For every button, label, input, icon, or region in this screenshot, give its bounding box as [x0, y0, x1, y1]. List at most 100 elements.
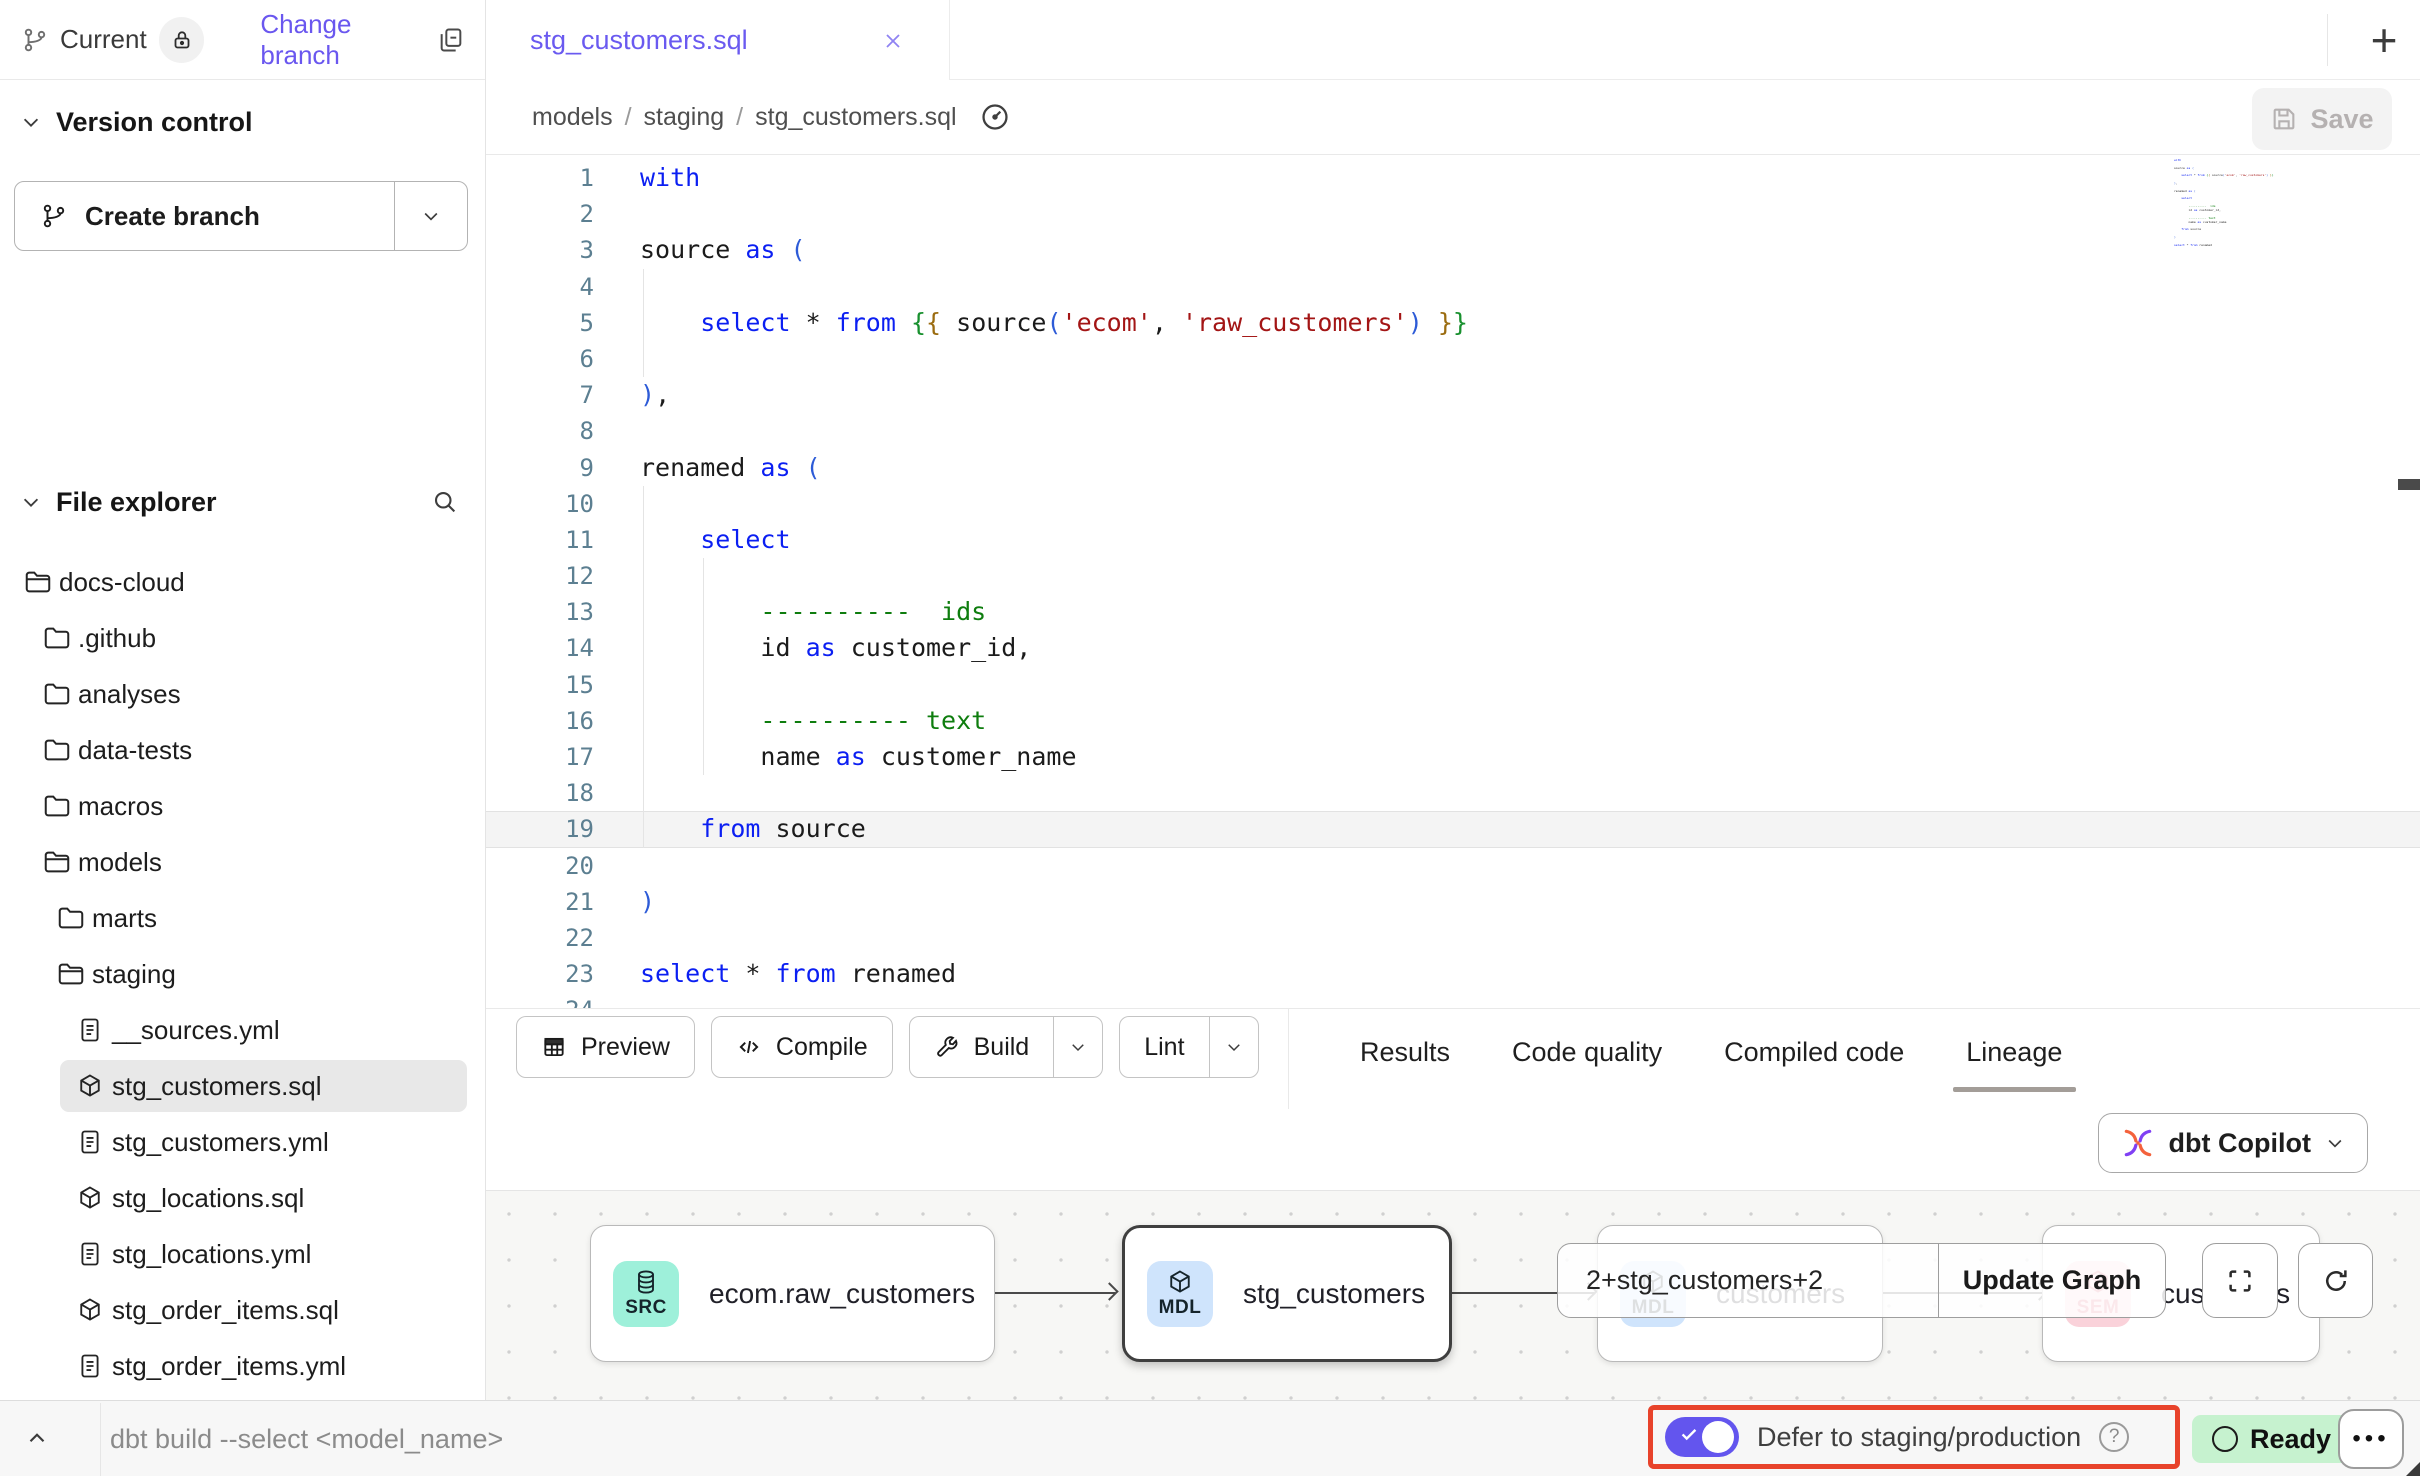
code-line-7[interactable]: 7),: [486, 377, 2420, 413]
file-item-stg-customers-sql[interactable]: stg_customers.sql: [0, 1058, 477, 1114]
version-control-header[interactable]: Version control: [0, 98, 485, 146]
tab-lineage[interactable]: Lineage: [1966, 1037, 2062, 1068]
folder-icon: [42, 623, 72, 653]
code-line-15[interactable]: 15: [486, 667, 2420, 703]
lint-dropdown[interactable]: [1210, 1017, 1258, 1077]
dbt-cloud-ide: Current Change branch Version control: [0, 0, 2420, 1476]
divider: [100, 1403, 101, 1476]
code-line-23[interactable]: 23select * from renamed: [486, 956, 2420, 992]
create-branch-dropdown[interactable]: [395, 182, 467, 250]
lineage-node-ecom-raw-customers[interactable]: SRCecom.raw_customers: [590, 1225, 995, 1362]
build-button[interactable]: Build: [909, 1016, 1104, 1078]
compile-button[interactable]: Compile: [711, 1016, 893, 1078]
defer-label: Defer to staging/production: [1757, 1422, 2081, 1453]
tab-results[interactable]: Results: [1360, 1037, 1450, 1068]
breadcrumb-file[interactable]: stg_customers.sql: [755, 103, 956, 132]
breadcrumb-models[interactable]: models: [532, 103, 613, 132]
code-line-1[interactable]: 1with: [486, 160, 2420, 196]
lint-button[interactable]: Lint: [1119, 1016, 1258, 1078]
code-line-22[interactable]: 22: [486, 920, 2420, 956]
file-item-data-tests[interactable]: data-tests: [0, 722, 477, 778]
build-label: Build: [974, 1033, 1030, 1062]
code-line-8[interactable]: 8: [486, 413, 2420, 449]
preview-button[interactable]: Preview: [516, 1016, 695, 1078]
file-item-docs-cloud[interactable]: docs-cloud: [0, 554, 477, 610]
file-item-stg-order-items-sql[interactable]: stg_order_items.sql: [0, 1282, 477, 1338]
file-item-label: __sources.yml: [112, 1015, 280, 1046]
tab-compiled-code[interactable]: Compiled code: [1724, 1037, 1904, 1068]
refresh-button[interactable]: [2298, 1243, 2373, 1318]
new-tab-button[interactable]: +: [2348, 0, 2420, 80]
breadcrumb: models / staging / stg_customers.sql Sav…: [486, 80, 2420, 155]
command-input[interactable]: dbt build --select <model_name>: [110, 1401, 503, 1476]
file-explorer-title: File explorer: [56, 487, 217, 518]
code-line-20[interactable]: 20: [486, 848, 2420, 884]
scrollbar-thumb[interactable]: [2398, 479, 2420, 490]
save-button[interactable]: Save: [2252, 88, 2392, 150]
copy-icon[interactable]: [437, 26, 465, 54]
file-item--github[interactable]: .github: [0, 610, 477, 666]
build-dropdown[interactable]: [1054, 1017, 1102, 1077]
code-line-18[interactable]: 18: [486, 775, 2420, 811]
create-branch-main[interactable]: Create branch: [15, 182, 394, 250]
create-branch-button[interactable]: Create branch: [14, 181, 468, 251]
file-item-stg-locations-yml[interactable]: stg_locations.yml: [0, 1226, 477, 1282]
indent-guide: [643, 305, 644, 341]
code-line-9[interactable]: 9renamed as (: [486, 450, 2420, 486]
code-line-21[interactable]: 21): [486, 884, 2420, 920]
lineage-graph[interactable]: SRCecom.raw_customersMDLstg_customersMDL…: [486, 1190, 2420, 1400]
change-branch-link[interactable]: Change branch: [260, 9, 437, 71]
tab-code-quality[interactable]: Code quality: [1512, 1037, 1662, 1068]
code-line-10[interactable]: 10: [486, 486, 2420, 522]
code-line-16[interactable]: 16 ---------- text: [486, 703, 2420, 739]
dbt-copilot-button[interactable]: dbt Copilot: [2098, 1113, 2368, 1173]
file-item-stg-order-items-yml[interactable]: stg_order_items.yml: [0, 1338, 477, 1394]
file-item-analyses[interactable]: analyses: [0, 666, 477, 722]
update-graph-button[interactable]: Update Graph: [1939, 1244, 2165, 1317]
code-editor[interactable]: 1with23source as (45 select * from {{ so…: [486, 155, 2420, 1008]
file-item-models[interactable]: models: [0, 834, 477, 890]
file-item-stg-locations-sql[interactable]: stg_locations.sql: [0, 1170, 477, 1226]
code-line-14[interactable]: 14 id as customer_id,: [486, 630, 2420, 666]
minimap[interactable]: withsource as ( select * from {{ source(…: [2174, 159, 2300, 251]
code-line-5[interactable]: 5 select * from {{ source('ecom', 'raw_c…: [486, 305, 2420, 341]
code-line-13[interactable]: 13 ---------- ids: [486, 594, 2420, 630]
line-number: 5: [486, 305, 594, 341]
more-options-button[interactable]: •••: [2338, 1409, 2404, 1469]
file-item-macros[interactable]: macros: [0, 778, 477, 834]
help-icon[interactable]: ?: [2099, 1422, 2129, 1452]
tab-stg-customers-sql[interactable]: stg_customers.sql: [486, 0, 950, 81]
code-line-4[interactable]: 4: [486, 269, 2420, 305]
lineage-node-stg-customers[interactable]: MDLstg_customers: [1122, 1225, 1452, 1362]
status-bar: dbt build --select <model_name> Defer to…: [0, 1400, 2420, 1476]
chevron-up-icon[interactable]: [24, 1425, 50, 1451]
file-item-staging[interactable]: staging: [0, 946, 477, 1002]
file-item-label: .github: [78, 623, 156, 654]
code-line-2[interactable]: 2: [486, 196, 2420, 232]
code-line-19[interactable]: 19 from source: [486, 811, 2420, 847]
code-line-12[interactable]: 12: [486, 558, 2420, 594]
code-line-17[interactable]: 17 name as customer_name: [486, 739, 2420, 775]
file-item--sources-yml[interactable]: __sources.yml: [0, 1002, 477, 1058]
file-item-marts[interactable]: marts: [0, 890, 477, 946]
code-line-6[interactable]: 6: [486, 341, 2420, 377]
breadcrumb-staging[interactable]: staging: [644, 103, 725, 132]
lineage-selector-input[interactable]: 2+stg_customers+2: [1558, 1244, 1938, 1317]
file-item-label: stg_order_items.yml: [112, 1351, 346, 1382]
code-line-11[interactable]: 11 select: [486, 522, 2420, 558]
line-content: id as customer_id,: [640, 630, 1031, 666]
indent-guide: [643, 775, 644, 811]
model-icon: [76, 1184, 104, 1212]
defer-toggle[interactable]: [1665, 1417, 1739, 1457]
file-explorer-header[interactable]: File explorer: [0, 478, 485, 526]
code-line-24[interactable]: 24: [486, 992, 2420, 1008]
gauge-icon[interactable]: [979, 101, 1011, 133]
file-item-stg-customers-yml[interactable]: stg_customers.yml: [0, 1114, 477, 1170]
line-content: with: [640, 160, 700, 196]
close-icon[interactable]: [881, 29, 905, 53]
search-icon[interactable]: [431, 488, 459, 516]
editor-tabbar: stg_customers.sql +: [486, 0, 2420, 80]
fullscreen-button[interactable]: [2202, 1243, 2278, 1318]
file-tree: docs-cloud .github analysesdata-testsmacro…: [0, 554, 477, 1394]
code-line-3[interactable]: 3source as (: [486, 232, 2420, 268]
